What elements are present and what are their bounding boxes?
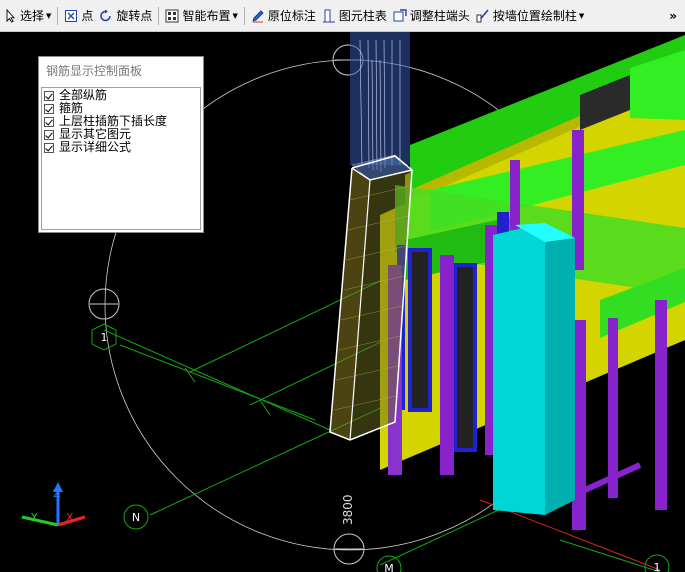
upper-column-ghost: [350, 32, 410, 165]
more-label: »: [669, 8, 677, 23]
highlighted-column-front: [493, 223, 545, 515]
smart-layout-label: 智能布置: [182, 9, 231, 23]
axis-marker-1-right: 1: [644, 554, 670, 572]
separator: [57, 6, 59, 25]
axis-label-m: M: [384, 562, 394, 572]
original-mark-label: 原位标注: [267, 9, 316, 23]
chevron-down-icon[interactable]: ▼: [46, 12, 51, 20]
window-opening: [453, 263, 477, 452]
original-mark-tool[interactable]: 原位标注: [248, 5, 319, 27]
column: [608, 318, 618, 498]
checkbox[interactable]: [44, 116, 54, 127]
z-axis-label: Z: [53, 487, 61, 500]
option-label: 显示详细公式: [59, 140, 132, 154]
column: [440, 255, 454, 475]
draw-by-wall-tool[interactable]: 按墙位置绘制柱 ▼: [473, 5, 587, 27]
axis-label-n: N: [132, 511, 140, 524]
checkbox[interactable]: [44, 103, 54, 114]
axis-marker-1-left: 1: [91, 323, 117, 351]
column-table-label: 图元柱表: [338, 9, 387, 23]
rotate-point-tool[interactable]: 旋转点: [96, 5, 155, 27]
adjust-end-icon: [393, 8, 407, 21]
axis-label-1-right: 1: [654, 561, 661, 572]
highlighted-column-side: [545, 223, 575, 515]
adjust-column-end-label: 调整柱端头: [409, 9, 470, 23]
option-show-formula[interactable]: 显示详细公式: [42, 141, 200, 154]
adjust-column-end-tool[interactable]: 调整柱端头: [390, 5, 473, 27]
y-axis-label: Y: [30, 511, 38, 524]
separator: [243, 6, 245, 25]
chevron-down-icon[interactable]: ▼: [579, 12, 584, 20]
cursor-icon: [6, 8, 16, 23]
dimension-label: 3800: [341, 494, 355, 525]
checkbox[interactable]: [44, 129, 54, 140]
pencil-icon: [252, 9, 264, 22]
grid-line: [103, 329, 331, 431]
x-axis-label: X: [66, 511, 74, 524]
building-model: [380, 35, 685, 530]
column: [655, 300, 667, 510]
column-table-icon: [322, 9, 335, 22]
option-list: 全部纵筋 箍筋 上层柱插筋下插长度 显示其它图元 显示详细公式: [41, 87, 201, 230]
column-table-tool[interactable]: 图元柱表: [319, 5, 390, 27]
column: [510, 160, 520, 230]
select-label: 选择: [20, 9, 45, 23]
rotate-point-label: 旋转点: [116, 9, 153, 23]
rotate-icon: [100, 9, 112, 21]
coordinate-triad: Z X Y: [21, 482, 86, 527]
select-tool[interactable]: 选择 ▼: [0, 5, 54, 27]
smart-layout-tool[interactable]: 智能布置 ▼: [162, 5, 240, 27]
point-label: 点: [81, 9, 94, 23]
axis-marker-n: N: [123, 504, 149, 530]
more-button[interactable]: »: [666, 5, 685, 27]
draw-by-wall-label: 按墙位置绘制柱: [492, 9, 577, 23]
checkbox[interactable]: [44, 90, 54, 101]
toolbar: 选择 ▼ 点 旋转点 智能布置 ▼ 原位标注 图元柱表 调整柱端头 按墙位置绘制…: [0, 0, 685, 32]
y-axis-arrow: [21, 515, 59, 527]
checkbox[interactable]: [44, 142, 54, 153]
point-icon: [65, 9, 78, 22]
point-tool[interactable]: 点: [61, 5, 96, 27]
separator: [158, 6, 160, 25]
axis-label-1: 1: [101, 331, 108, 344]
grid-layout-icon: [165, 9, 179, 22]
grid-line: [119, 344, 316, 421]
panel-title: 钢筋显示控制面板: [46, 64, 143, 78]
axis-marker-m: M: [376, 555, 402, 572]
chevron-down-icon[interactable]: ▼: [232, 12, 237, 20]
rebar-display-control-panel: 钢筋显示控制面板 全部纵筋 箍筋 上层柱插筋下插长度 显示其它图元 显示详细公式: [38, 56, 204, 233]
window-opening: [408, 248, 432, 412]
wall-column-icon: [476, 8, 489, 23]
